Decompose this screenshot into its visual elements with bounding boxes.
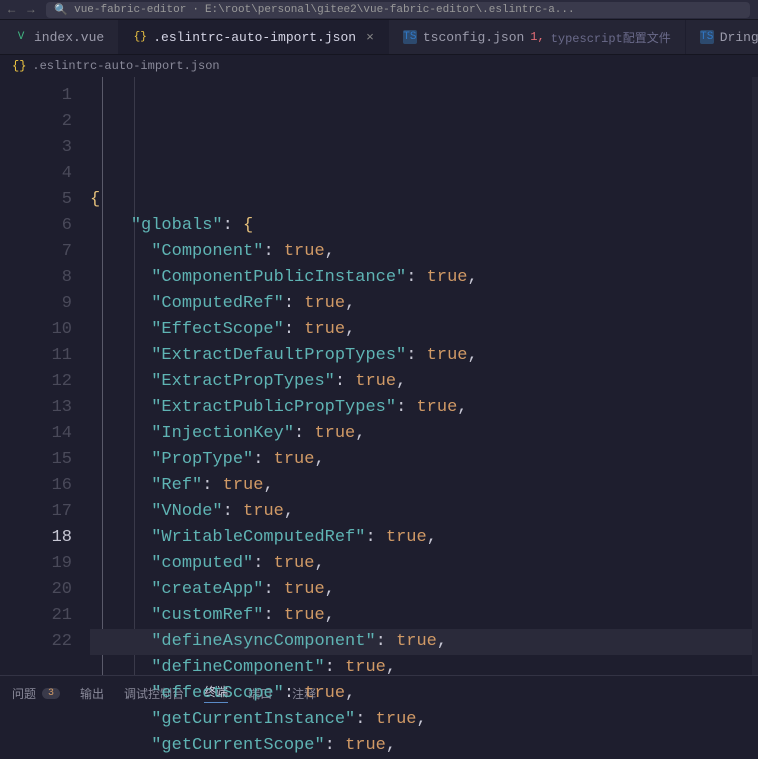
code-line[interactable]: "getCurrentInstance": true, bbox=[90, 707, 758, 733]
close-icon[interactable]: × bbox=[366, 30, 374, 45]
json-icon: {} bbox=[133, 30, 147, 44]
code-line[interactable]: "ExtractPropTypes": true, bbox=[90, 369, 758, 395]
code-line[interactable]: "ExtractPublicPropTypes": true, bbox=[90, 395, 758, 421]
vue-icon: V bbox=[14, 30, 28, 44]
code-line[interactable]: "VNode": true, bbox=[90, 499, 758, 525]
code-line[interactable]: "getCurrentScope": true, bbox=[90, 733, 758, 759]
line-number: 11 bbox=[0, 343, 72, 369]
code-line[interactable]: "EffectScope": true, bbox=[90, 317, 758, 343]
code-line[interactable]: "ExtractDefaultPropTypes": true, bbox=[90, 343, 758, 369]
code-line[interactable]: "defineAsyncComponent": true, bbox=[90, 629, 758, 655]
line-number: 21 bbox=[0, 603, 72, 629]
editor-tab[interactable]: TS DringPlugin.ts bbox=[686, 20, 758, 54]
code-line[interactable]: { bbox=[90, 187, 758, 213]
code-line[interactable]: "WritableComputedRef": true, bbox=[90, 525, 758, 551]
ts-icon: TS bbox=[403, 30, 417, 44]
search-path: E:\root\personal\gitee2\vue-fabric-edito… bbox=[205, 4, 575, 16]
code-line[interactable]: "globals": { bbox=[90, 213, 758, 239]
code-line[interactable]: "defineComponent": true, bbox=[90, 655, 758, 681]
line-number: 10 bbox=[0, 317, 72, 343]
line-number: 4 bbox=[0, 161, 72, 187]
tab-info: typescript配置文件 bbox=[551, 29, 671, 46]
tab-error-count: 1, bbox=[530, 30, 544, 44]
line-number: 6 bbox=[0, 213, 72, 239]
search-icon: 🔍 bbox=[54, 3, 68, 17]
problems-count-badge: 3 bbox=[42, 688, 60, 699]
tab-label: tsconfig.json bbox=[423, 30, 524, 45]
code-line[interactable]: "ComponentPublicInstance": true, bbox=[90, 265, 758, 291]
line-number: 1 bbox=[0, 83, 72, 109]
code-line[interactable]: "ComputedRef": true, bbox=[90, 291, 758, 317]
line-number: 13 bbox=[0, 395, 72, 421]
code-line[interactable]: "Ref": true, bbox=[90, 473, 758, 499]
code-line[interactable]: "Component": true, bbox=[90, 239, 758, 265]
line-number: 17 bbox=[0, 499, 72, 525]
editor-tab[interactable]: {} .eslintrc-auto-import.json × bbox=[119, 20, 389, 54]
title-bar: ← → 🔍 vue-fabric-editor · E:\root\person… bbox=[0, 0, 758, 20]
breadcrumb[interactable]: {} .eslintrc-auto-import.json bbox=[0, 55, 758, 77]
tab-label: DringPlugin.ts bbox=[720, 30, 758, 45]
line-number: 14 bbox=[0, 421, 72, 447]
line-number: 9 bbox=[0, 291, 72, 317]
command-center[interactable]: 🔍 vue-fabric-editor · E:\root\personal\g… bbox=[46, 2, 750, 18]
line-number: 19 bbox=[0, 551, 72, 577]
code-line[interactable]: "computed": true, bbox=[90, 551, 758, 577]
code-line[interactable]: "customRef": true, bbox=[90, 603, 758, 629]
line-number: 12 bbox=[0, 369, 72, 395]
editor-tab[interactable]: TS tsconfig.json 1, typescript配置文件 bbox=[389, 20, 686, 54]
code-line[interactable]: "effectScope": true, bbox=[90, 681, 758, 707]
json-icon: {} bbox=[12, 59, 26, 73]
minimap[interactable] bbox=[752, 77, 758, 675]
code-content[interactable]: { "globals": { "Component": true, "Compo… bbox=[90, 77, 758, 675]
nav-back-icon[interactable]: ← bbox=[8, 3, 15, 17]
ts-icon: TS bbox=[700, 30, 714, 44]
line-number: 7 bbox=[0, 239, 72, 265]
code-line[interactable]: "createApp": true, bbox=[90, 577, 758, 603]
editor-tab[interactable]: Vindex.vue bbox=[0, 20, 119, 54]
editor-tabs: Vindex.vue {} .eslintrc-auto-import.json × T… bbox=[0, 20, 758, 55]
tab-label: index.vue bbox=[34, 30, 104, 45]
line-number: 15 bbox=[0, 447, 72, 473]
line-number: 16 bbox=[0, 473, 72, 499]
breadcrumb-file: .eslintrc-auto-import.json bbox=[32, 59, 219, 73]
search-text: vue-fabric-editor bbox=[74, 4, 186, 16]
line-gutter: 12345678910111213141516171819202122 bbox=[0, 77, 90, 675]
code-line[interactable]: "InjectionKey": true, bbox=[90, 421, 758, 447]
tab-label: .eslintrc-auto-import.json bbox=[153, 30, 356, 45]
line-number: 3 bbox=[0, 135, 72, 161]
code-line[interactable]: "PropType": true, bbox=[90, 447, 758, 473]
line-number: 22 bbox=[0, 629, 72, 655]
line-number: 8 bbox=[0, 265, 72, 291]
line-number: 18 bbox=[0, 525, 72, 551]
line-number: 5 bbox=[0, 187, 72, 213]
panel-tab-problems[interactable]: 问题 3 bbox=[12, 685, 60, 702]
nav-forward-icon[interactable]: → bbox=[27, 3, 34, 17]
line-number: 2 bbox=[0, 109, 72, 135]
line-number: 20 bbox=[0, 577, 72, 603]
editor-area[interactable]: 12345678910111213141516171819202122 { "g… bbox=[0, 77, 758, 675]
